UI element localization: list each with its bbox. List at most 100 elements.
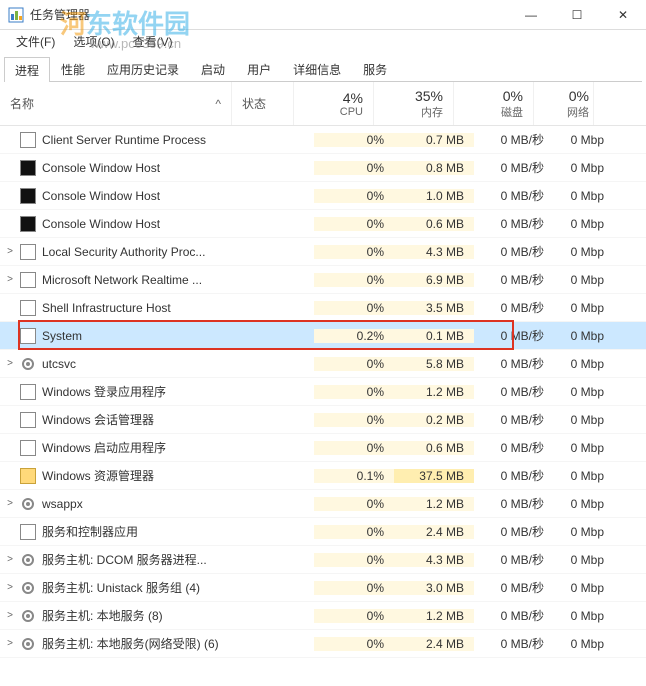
tab-性能[interactable]: 性能 — [50, 56, 96, 81]
net-cell: 0 Mbp — [554, 609, 606, 623]
column-disk[interactable]: 0% 磁盘 — [454, 82, 534, 125]
expand-toggle[interactable]: > — [0, 582, 20, 593]
disk-cell: 0 MB/秒 — [474, 131, 554, 148]
process-row[interactable]: Windows 资源管理器0.1%37.5 MB0 MB/秒0 Mbp — [0, 462, 646, 490]
net-cell: 0 Mbp — [554, 413, 606, 427]
mem-cell: 6.9 MB — [394, 273, 474, 287]
app-icon — [20, 244, 36, 260]
tab-用户[interactable]: 用户 — [236, 56, 282, 81]
process-row[interactable]: Shell Infrastructure Host0%3.5 MB0 MB/秒0… — [0, 294, 646, 322]
cpu-cell: 0% — [314, 189, 394, 203]
maximize-button[interactable]: ☐ — [554, 0, 600, 30]
cpu-cell: 0% — [314, 385, 394, 399]
process-row[interactable]: >Local Security Authority Proc...0%4.3 M… — [0, 238, 646, 266]
disk-cell: 0 MB/秒 — [474, 243, 554, 260]
process-row[interactable]: >服务主机: Unistack 服务组 (4)0%3.0 MB0 MB/秒0 M… — [0, 574, 646, 602]
cpu-cell: 0.1% — [314, 469, 394, 483]
app-icon — [20, 384, 36, 400]
disk-cell: 0 MB/秒 — [474, 467, 554, 484]
console-icon — [20, 216, 36, 232]
tab-进程[interactable]: 进程 — [4, 57, 50, 82]
process-row[interactable]: >服务主机: 本地服务(网络受限) (6)0%2.4 MB0 MB/秒0 Mbp — [0, 630, 646, 658]
column-status[interactable]: 状态 — [232, 82, 294, 125]
process-row[interactable]: >wsappx0%1.2 MB0 MB/秒0 Mbp — [0, 490, 646, 518]
menubar: 文件(F) 选项(O) 查看(V) — [0, 30, 646, 52]
process-row[interactable]: Client Server Runtime Process0%0.7 MB0 M… — [0, 126, 646, 154]
process-name: Windows 会话管理器 — [42, 411, 252, 428]
mem-cell: 2.4 MB — [394, 525, 474, 539]
process-row[interactable]: System0.2%0.1 MB0 MB/秒0 Mbp — [0, 322, 646, 350]
process-name: Client Server Runtime Process — [42, 133, 252, 147]
process-row[interactable]: Console Window Host0%0.6 MB0 MB/秒0 Mbp — [0, 210, 646, 238]
menu-options[interactable]: 选项(O) — [65, 31, 122, 52]
mem-cell: 1.2 MB — [394, 609, 474, 623]
net-cell: 0 Mbp — [554, 329, 606, 343]
console-icon — [20, 188, 36, 204]
minimize-button[interactable]: — — [508, 0, 554, 30]
mem-cell: 3.0 MB — [394, 581, 474, 595]
disk-total: 0% — [503, 88, 523, 104]
column-network[interactable]: 0% 网络 — [534, 82, 594, 125]
process-name: 服务主机: Unistack 服务组 (4) — [42, 579, 252, 596]
disk-cell: 0 MB/秒 — [474, 523, 554, 540]
expand-toggle[interactable]: > — [0, 638, 20, 649]
column-cpu[interactable]: 4% CPU — [294, 82, 374, 125]
cpu-total: 4% — [343, 90, 363, 106]
close-button[interactable]: ✕ — [600, 0, 646, 30]
cpu-cell: 0% — [314, 525, 394, 539]
process-row[interactable]: 服务和控制器应用0%2.4 MB0 MB/秒0 Mbp — [0, 518, 646, 546]
expand-toggle[interactable]: > — [0, 610, 20, 621]
tab-服务[interactable]: 服务 — [352, 56, 398, 81]
app-icon — [20, 132, 36, 148]
mem-cell: 0.6 MB — [394, 217, 474, 231]
menu-view[interactable]: 查看(V) — [125, 31, 181, 52]
mem-label: 内存 — [421, 104, 443, 120]
column-name[interactable]: 名称 ^ — [0, 82, 232, 125]
tab-应用历史记录[interactable]: 应用历史记录 — [96, 56, 190, 81]
mem-cell: 0.2 MB — [394, 413, 474, 427]
tab-详细信息[interactable]: 详细信息 — [282, 56, 352, 81]
mem-cell: 4.3 MB — [394, 245, 474, 259]
mem-cell: 3.5 MB — [394, 301, 474, 315]
menu-file[interactable]: 文件(F) — [8, 31, 63, 52]
process-row[interactable]: Console Window Host0%1.0 MB0 MB/秒0 Mbp — [0, 182, 646, 210]
column-memory[interactable]: 35% 内存 — [374, 82, 454, 125]
expand-toggle[interactable]: > — [0, 498, 20, 509]
net-label: 网络 — [567, 104, 589, 120]
expand-toggle[interactable]: > — [0, 554, 20, 565]
cpu-cell: 0% — [314, 161, 394, 175]
process-row[interactable]: Windows 启动应用程序0%0.6 MB0 MB/秒0 Mbp — [0, 434, 646, 462]
process-row[interactable]: >Microsoft Network Realtime ...0%6.9 MB0… — [0, 266, 646, 294]
process-name: Windows 启动应用程序 — [42, 439, 252, 456]
mem-total: 35% — [415, 88, 443, 104]
mem-cell: 0.1 MB — [394, 329, 474, 343]
process-row[interactable]: Windows 登录应用程序0%1.2 MB0 MB/秒0 Mbp — [0, 378, 646, 406]
expand-toggle[interactable]: > — [0, 246, 20, 257]
process-row[interactable]: >utcsvc0%5.8 MB0 MB/秒0 Mbp — [0, 350, 646, 378]
disk-cell: 0 MB/秒 — [474, 159, 554, 176]
process-name: Console Window Host — [42, 161, 252, 175]
process-name: 服务主机: 本地服务 (8) — [42, 607, 252, 624]
process-name: 服务主机: 本地服务(网络受限) (6) — [42, 635, 252, 652]
column-headers: 名称 ^ 状态 4% CPU 35% 内存 0% 磁盘 0% 网络 — [0, 82, 646, 126]
process-name: Windows 登录应用程序 — [42, 383, 252, 400]
mem-cell: 1.2 MB — [394, 385, 474, 399]
disk-cell: 0 MB/秒 — [474, 635, 554, 652]
cpu-label: CPU — [340, 106, 363, 118]
process-row[interactable]: >服务主机: DCOM 服务器进程...0%4.3 MB0 MB/秒0 Mbp — [0, 546, 646, 574]
disk-cell: 0 MB/秒 — [474, 551, 554, 568]
expand-toggle[interactable]: > — [0, 274, 20, 285]
process-row[interactable]: >服务主机: 本地服务 (8)0%1.2 MB0 MB/秒0 Mbp — [0, 602, 646, 630]
process-name: Local Security Authority Proc... — [42, 245, 252, 259]
mem-cell: 5.8 MB — [394, 357, 474, 371]
process-list[interactable]: Client Server Runtime Process0%0.7 MB0 M… — [0, 126, 646, 686]
cpu-cell: 0% — [314, 441, 394, 455]
process-row[interactable]: Windows 会话管理器0%0.2 MB0 MB/秒0 Mbp — [0, 406, 646, 434]
disk-cell: 0 MB/秒 — [474, 411, 554, 428]
net-cell: 0 Mbp — [554, 497, 606, 511]
tab-启动[interactable]: 启动 — [190, 56, 236, 81]
process-row[interactable]: Console Window Host0%0.8 MB0 MB/秒0 Mbp — [0, 154, 646, 182]
expand-toggle[interactable]: > — [0, 358, 20, 369]
process-name: Console Window Host — [42, 217, 252, 231]
cpu-cell: 0% — [314, 581, 394, 595]
